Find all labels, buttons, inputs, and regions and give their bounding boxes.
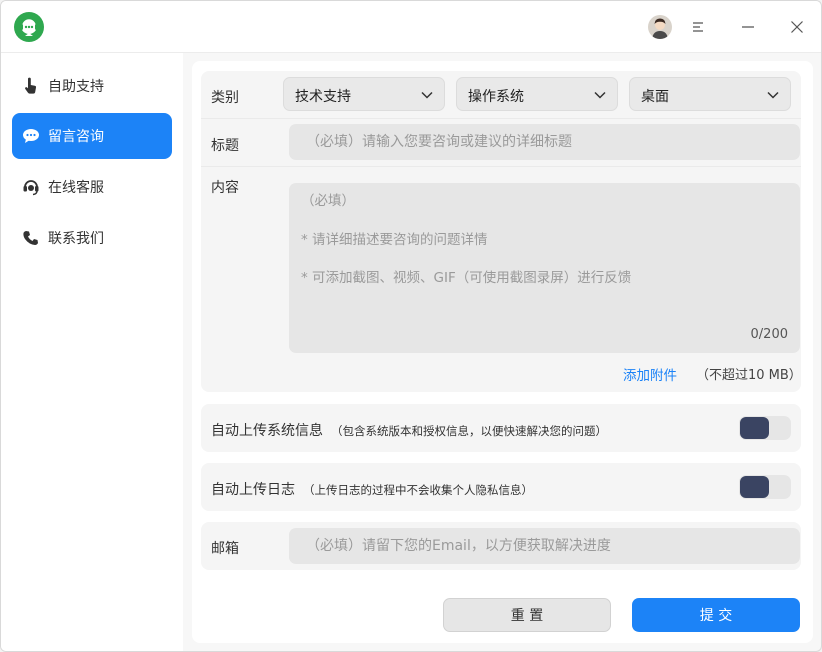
category-select-3[interactable]: 桌面 [629, 77, 791, 111]
minimize-button[interactable] [734, 13, 762, 41]
upload-sysinfo-hint: （包含系统版本和授权信息，以便快速解决您的问题） [331, 424, 607, 438]
headset-icon [22, 178, 40, 196]
upload-sysinfo-card: 自动上传系统信息 （包含系统版本和授权信息，以便快速解决您的问题） [201, 404, 801, 452]
close-button[interactable] [783, 13, 811, 41]
divider [201, 118, 801, 119]
support-logo-icon [13, 11, 45, 43]
sidebar-item-contact[interactable]: 联系我们 [12, 215, 172, 261]
email-input[interactable] [289, 528, 800, 564]
chat-bubble-icon [22, 127, 40, 145]
upload-logs-card: 自动上传日志 （上传日志的过程中不会收集个人隐私信息） [201, 463, 801, 511]
sidebar-item-self-help[interactable]: 自助支持 [12, 63, 172, 109]
upload-sysinfo-label: 自动上传系统信息 [211, 423, 323, 439]
category-select-2[interactable]: 操作系统 [456, 77, 618, 111]
email-card: 邮箱 [201, 522, 801, 570]
upload-sysinfo-toggle[interactable] [739, 416, 791, 440]
upload-logs-hint: （上传日志的过程中不会收集个人隐私信息） [303, 483, 533, 497]
sidebar: 自助支持 留言咨询 在线客服 联系我们 [1, 53, 183, 651]
content-textarea[interactable]: （必填） * 请详细描述要咨询的问题详情 * 可添加截图、视频、GIF（可使用截… [289, 183, 800, 353]
sidebar-item-message[interactable]: 留言咨询 [12, 113, 172, 159]
menu-icon [693, 22, 703, 32]
upload-logs-toggle[interactable] [739, 475, 791, 499]
add-attachment-link[interactable]: 添加附件 [623, 364, 677, 384]
submit-button[interactable]: 提 交 [632, 598, 800, 632]
divider [201, 166, 801, 167]
titlebar [1, 1, 821, 53]
upload-logs-label: 自动上传日志 [211, 482, 295, 498]
chevron-down-icon [594, 91, 606, 99]
app-window: 自助支持 留言咨询 在线客服 联系我们 类别 技术支持 操作系统 桌面 标题 （… [0, 0, 822, 652]
message-form: 类别 技术支持 操作系统 桌面 标题 内容 （必填） * 请详细描述要咨询的问题… [192, 61, 813, 643]
category-select-1[interactable]: 技术支持 [283, 77, 445, 111]
chevron-down-icon [767, 91, 779, 99]
chevron-down-icon [421, 91, 433, 99]
char-counter: 0/200 [750, 327, 788, 342]
tap-hand-icon [22, 77, 40, 95]
sidebar-item-online-service[interactable]: 在线客服 [12, 164, 172, 210]
user-avatar[interactable] [648, 15, 672, 39]
toggle-knob [740, 417, 769, 439]
attachment-size-note: （不超过10 MB） [696, 368, 802, 383]
title-label: 标题 [211, 138, 239, 154]
category-label: 类别 [211, 90, 239, 106]
close-icon [791, 21, 803, 33]
email-label: 邮箱 [211, 541, 239, 557]
title-input[interactable] [289, 124, 800, 160]
content-label: 内容 [211, 180, 239, 196]
menu-button[interactable] [684, 13, 712, 41]
form-details-card: 类别 技术支持 操作系统 桌面 标题 内容 （必填） * 请详细描述要咨询的问题… [201, 71, 802, 392]
phone-icon [22, 229, 40, 247]
reset-button[interactable]: 重 置 [443, 598, 611, 632]
minimize-icon [742, 26, 754, 28]
toggle-knob [740, 476, 769, 498]
